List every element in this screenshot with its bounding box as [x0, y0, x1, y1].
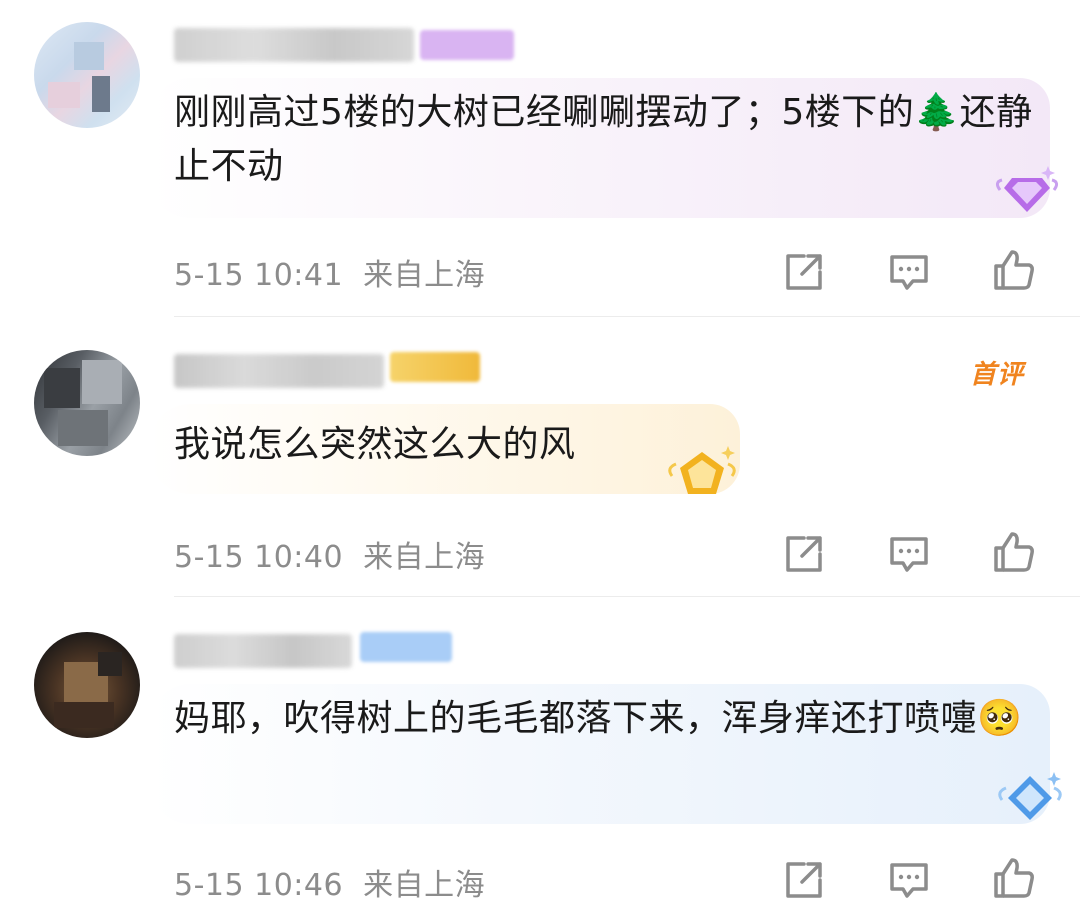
username-blurred[interactable]	[174, 634, 352, 668]
purple-gem-icon	[995, 166, 1059, 212]
thumbs-up-icon[interactable]	[992, 530, 1036, 574]
comment-icon[interactable]	[887, 532, 931, 576]
comment-time: 5-15 10:46	[174, 868, 344, 903]
comment-item: 首评 我说怎么突然这么大的风 5-15 10:40 来自上海	[0, 318, 1080, 598]
blue-gem-icon	[998, 772, 1062, 820]
comment-text: 刚刚高过5楼的大树已经唰唰摆动了；5楼下的🌲还静止不动	[174, 92, 1033, 187]
user-badge	[360, 632, 452, 662]
comment-location: 来自上海	[363, 540, 486, 575]
thumbs-up-icon[interactable]	[992, 248, 1036, 292]
username-blurred[interactable]	[174, 354, 384, 388]
share-icon[interactable]	[782, 858, 826, 902]
comment-time: 5-15 10:40	[174, 540, 344, 575]
comment-location: 来自上海	[363, 258, 486, 293]
user-badge	[420, 30, 514, 60]
comment-icon[interactable]	[887, 858, 931, 902]
gold-gem-icon	[668, 446, 736, 494]
avatar[interactable]	[34, 350, 140, 456]
share-icon[interactable]	[782, 250, 826, 294]
username-blurred[interactable]	[174, 28, 414, 62]
thumbs-up-icon[interactable]	[992, 856, 1036, 900]
comment-meta: 5-15 10:41 来自上海	[174, 250, 485, 294]
comment-icon[interactable]	[887, 250, 931, 294]
share-icon[interactable]	[782, 532, 826, 576]
comment-meta: 5-15 10:40 来自上海	[174, 532, 485, 576]
avatar[interactable]	[34, 632, 140, 738]
comment-location: 来自上海	[363, 868, 486, 903]
comment-item: 妈耶，吹得树上的毛毛都落下来，浑身痒还打喷嚏🥺 5-15 10:46 来自上海	[0, 598, 1080, 918]
first-comment-tag: 首评	[970, 360, 1025, 390]
comment-text: 妈耶，吹得树上的毛毛都落下来，浑身痒还打喷嚏🥺	[174, 698, 1023, 739]
divider	[174, 596, 1080, 597]
comment-time: 5-15 10:41	[174, 258, 344, 293]
comment-item: 刚刚高过5楼的大树已经唰唰摆动了；5楼下的🌲还静止不动 5-15 10:41 来…	[0, 0, 1080, 318]
avatar[interactable]	[34, 22, 140, 128]
comment-text: 我说怎么突然这么大的风	[174, 424, 576, 465]
comment-meta: 5-15 10:46 来自上海	[174, 860, 485, 904]
divider	[174, 316, 1080, 317]
user-badge	[390, 352, 480, 382]
